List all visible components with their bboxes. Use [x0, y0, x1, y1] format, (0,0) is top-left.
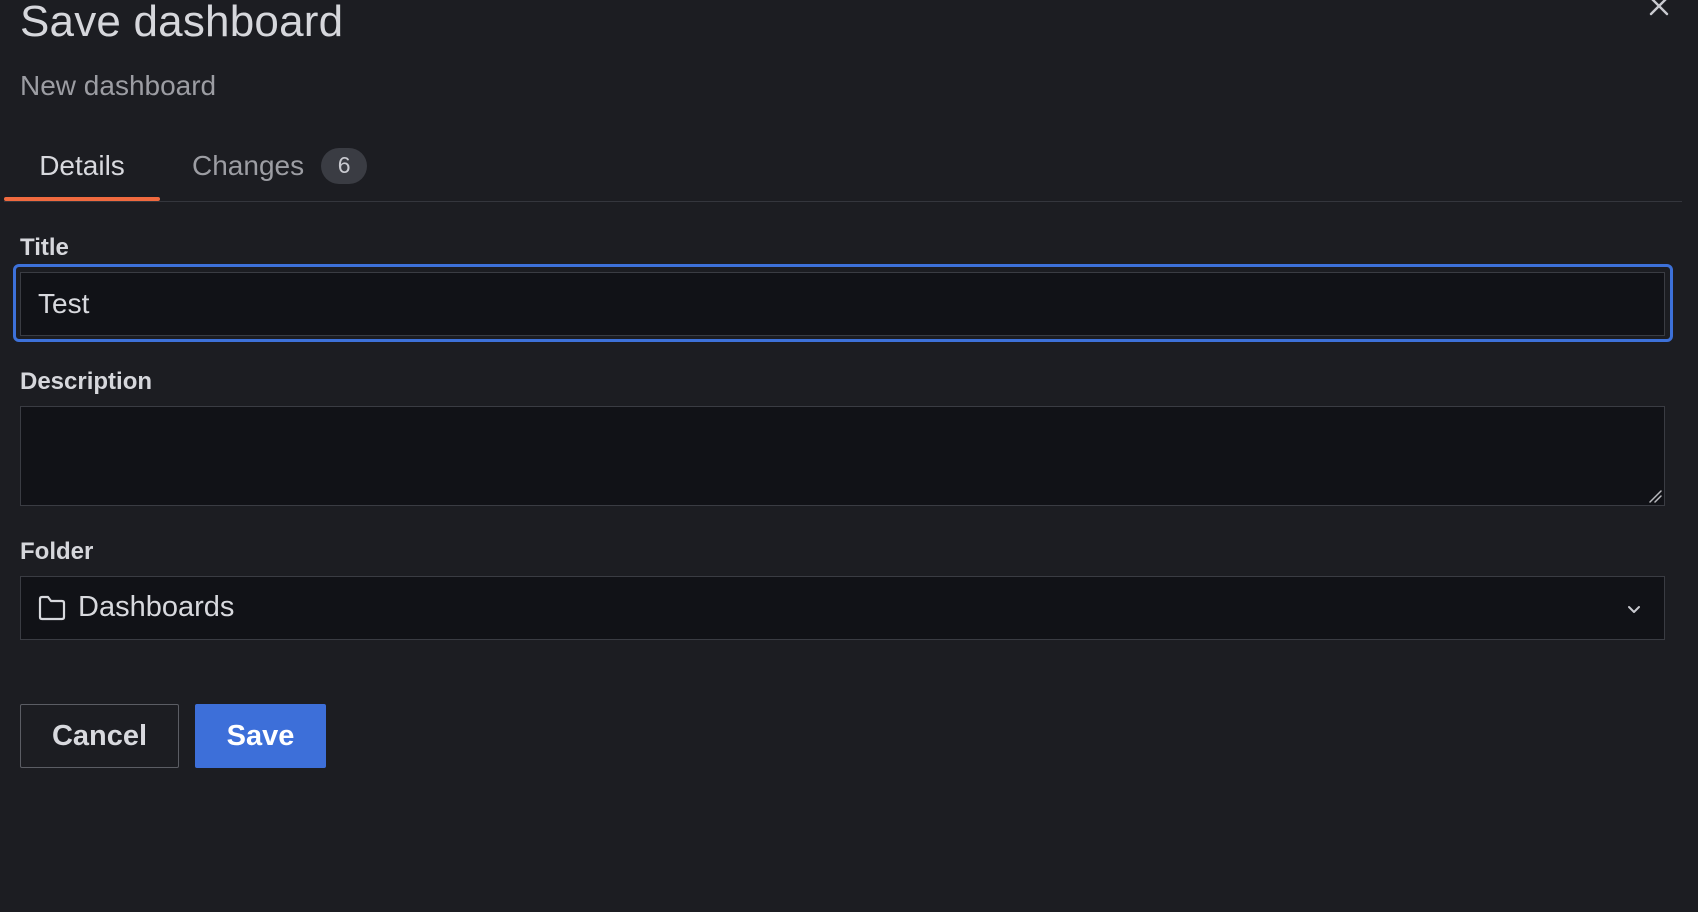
description-label: Description: [20, 368, 153, 395]
changes-count-badge: 6: [321, 147, 368, 184]
tab-changes[interactable]: Changes 6: [192, 130, 368, 201]
save-button[interactable]: Save: [195, 704, 326, 768]
close-icon: [1649, 0, 1669, 16]
title-label: Title: [20, 234, 69, 261]
drawer-title: Save dashboard: [20, 0, 344, 46]
title-input[interactable]: [20, 272, 1665, 336]
resize-handle-icon[interactable]: [1648, 489, 1662, 503]
cancel-button[interactable]: Cancel: [20, 704, 179, 768]
active-tab-indicator: [4, 197, 160, 201]
folder-select[interactable]: Dashboards: [20, 576, 1665, 640]
chevron-down-icon: [1628, 606, 1640, 613]
tab-details[interactable]: Details: [4, 130, 160, 201]
tab-changes-label: Changes: [192, 149, 305, 181]
folder-select-value: Dashboards: [78, 591, 235, 623]
folder-label: Folder: [20, 538, 94, 565]
description-textarea[interactable]: [20, 406, 1665, 506]
tab-details-label: Details: [39, 149, 125, 181]
save-dashboard-drawer: Save dashboard New dashboard Details Cha…: [0, 0, 1698, 912]
tab-bar: Details Changes 6: [4, 130, 1682, 202]
close-button[interactable]: [1645, 0, 1673, 20]
drawer-subtitle: New dashboard: [20, 70, 217, 101]
folder-icon: [38, 595, 66, 621]
